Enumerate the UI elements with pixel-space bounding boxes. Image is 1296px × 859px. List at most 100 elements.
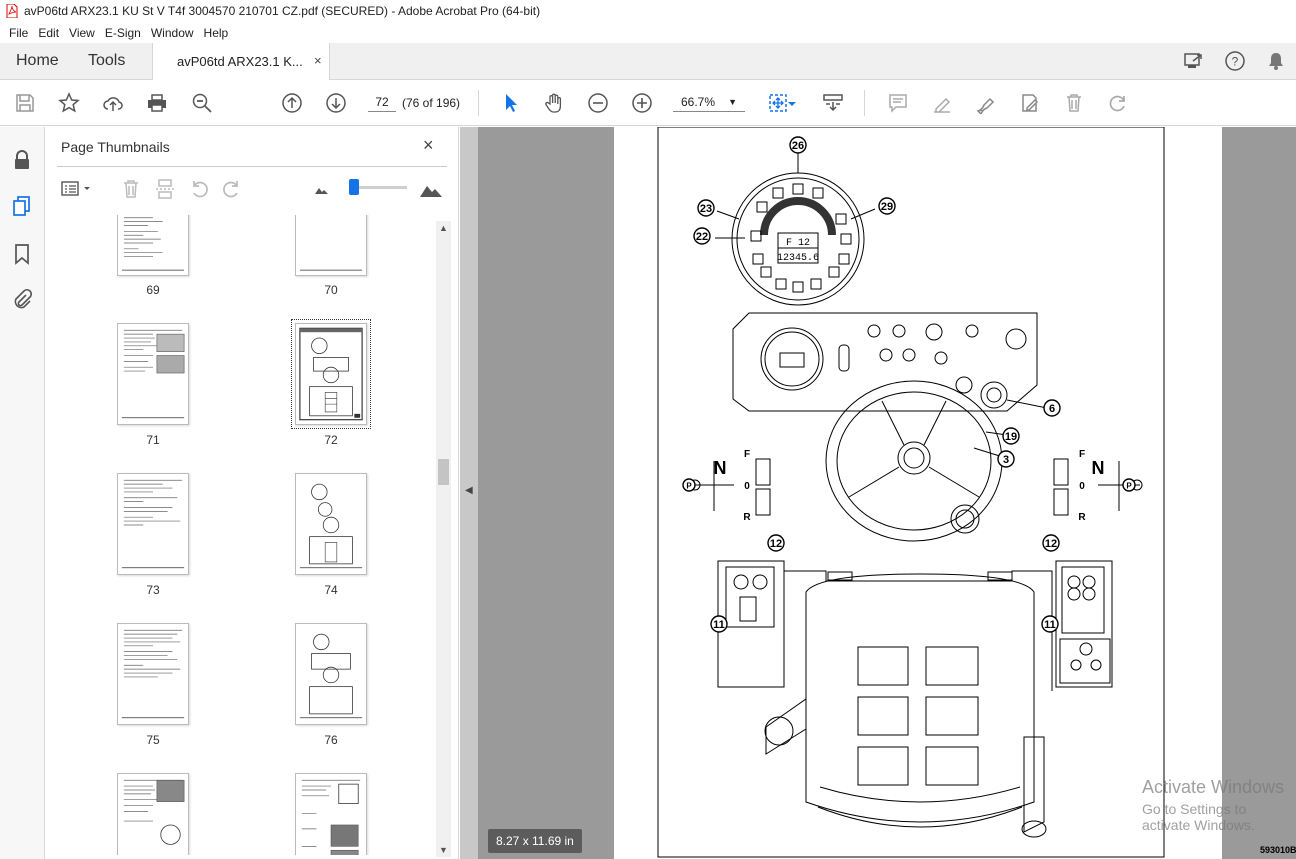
zoom-level-value: 66.7% (681, 95, 716, 109)
page-thumbnails-icon[interactable] (11, 195, 33, 217)
draw-pen-icon[interactable] (974, 91, 998, 115)
thumbnail-label: 72 (324, 433, 338, 447)
zoom-level-select[interactable]: 66.7% ▼ (673, 92, 745, 112)
thumbnail-small-icon[interactable] (314, 177, 330, 201)
thumbnail-size-slider[interactable] (351, 186, 407, 189)
page-number-input[interactable]: 72 (368, 92, 396, 112)
collapse-arrow-icon: ◀ (465, 485, 473, 496)
gear-f-left: F (744, 449, 750, 460)
thumbnail-label: 69 (146, 283, 160, 297)
gear-0-right: 0 (1079, 481, 1085, 492)
scroll-mode-icon[interactable] (821, 91, 845, 115)
select-cursor-icon[interactable] (499, 91, 523, 115)
tab-close-icon[interactable]: × (314, 53, 322, 68)
chevron-down-icon: ▼ (728, 97, 737, 107)
callout-12-right: 12 (1045, 538, 1057, 550)
bookmark-icon[interactable] (11, 243, 33, 265)
slider-handle[interactable] (349, 179, 359, 195)
fit-chevron-down-icon[interactable] (786, 91, 798, 115)
tab-document-label: avP06td ARX23.1 K... (177, 54, 303, 69)
activate-windows-title: Activate Windows (1142, 777, 1285, 797)
tab-tools[interactable]: Tools (88, 52, 125, 70)
gear-r-left: R (743, 512, 751, 523)
operator-controls-diagram: 26 23 29 22 6 19 3 12 11 12 11 F 0 R F 0… (657, 127, 1165, 858)
callout-12-left: 12 (770, 538, 782, 550)
title-bar: avP06td ARX23.1 KU St V T4f 3004570 2107… (0, 0, 1296, 22)
panel-close-icon[interactable]: × (423, 135, 434, 156)
menu-window[interactable]: Window (146, 26, 199, 40)
previous-page-icon[interactable] (280, 91, 304, 115)
comment-icon[interactable] (886, 91, 910, 115)
zoom-search-icon[interactable] (190, 91, 214, 115)
thumbnail-list: 69 70 71 72 73 74 75 76 (57, 215, 449, 855)
thumbnail-page-73[interactable] (117, 473, 189, 575)
tab-home[interactable]: Home (16, 52, 59, 70)
menu-edit[interactable]: Edit (33, 26, 64, 40)
scroll-down-icon[interactable]: ▼ (439, 845, 448, 855)
thumbnail-page-72[interactable] (291, 319, 371, 429)
thumbnail-scrollbar[interactable]: ▲ ▼ (436, 221, 451, 857)
scroll-up-icon[interactable]: ▲ (439, 223, 448, 233)
neutral-label-left: N (714, 458, 727, 478)
activate-windows-hint: Go to Settings to activate Windows. (1142, 801, 1255, 833)
thumbnail-page-69[interactable] (117, 215, 189, 276)
panel-title: Page Thumbnails (61, 139, 170, 155)
thumbnail-label: 75 (146, 733, 160, 747)
share-screen-icon[interactable] (1173, 49, 1214, 73)
zoom-in-icon[interactable] (630, 91, 654, 115)
callout-22: 22 (696, 231, 708, 243)
bell-icon[interactable] (1255, 49, 1296, 73)
pdf-page: 26 23 29 22 6 19 3 12 11 12 11 F 0 R F 0… (614, 127, 1296, 859)
delete-page-icon[interactable] (120, 177, 142, 201)
document-viewer[interactable]: 26 23 29 22 6 19 3 12 11 12 11 F 0 R F 0… (478, 127, 1296, 859)
menu-view[interactable]: View (64, 26, 100, 40)
neutral-label-right: N (1092, 458, 1105, 478)
next-page-icon[interactable] (324, 91, 348, 115)
print-icon[interactable] (145, 91, 169, 115)
extract-page-icon[interactable] (154, 177, 176, 201)
delete-icon[interactable] (1062, 91, 1086, 115)
hand-tool-icon[interactable] (542, 91, 566, 115)
menu-help[interactable]: Help (199, 26, 234, 40)
thumbnail-page-76[interactable] (295, 623, 367, 725)
thumbnail-page-70[interactable] (295, 215, 367, 276)
thumbnail-page-75[interactable] (117, 623, 189, 725)
svg-text:?: ? (1231, 55, 1238, 69)
save-icon[interactable] (13, 91, 37, 115)
rotate-left-icon[interactable] (188, 177, 210, 201)
callout-19: 19 (1005, 431, 1017, 443)
lock-icon[interactable] (11, 149, 33, 171)
thumbnail-page-77[interactable] (117, 773, 189, 855)
callout-29: 29 (881, 201, 893, 213)
callout-23: 23 (700, 203, 712, 215)
scrollbar-thumb[interactable] (438, 459, 449, 485)
gear-r-right: R (1078, 512, 1086, 523)
redo-icon[interactable] (1106, 91, 1130, 115)
thumbnail-page-78[interactable] (295, 773, 367, 855)
callout-11-left: 11 (713, 619, 725, 631)
gear-f-right: F (1079, 449, 1085, 460)
help-icon[interactable]: ? (1214, 49, 1255, 73)
edit-document-icon[interactable] (1018, 91, 1042, 115)
menu-file[interactable]: File (4, 26, 33, 40)
gear-0-left: 0 (744, 481, 750, 492)
thumbnail-label: 70 (324, 283, 338, 297)
rotate-right-icon[interactable] (221, 177, 243, 201)
thumbnail-label: 74 (324, 583, 338, 597)
menu-esign[interactable]: E-Sign (100, 26, 146, 40)
callout-26: 26 (792, 140, 804, 152)
park-left: P (686, 482, 692, 491)
thumbnail-page-74[interactable] (295, 473, 367, 575)
collapse-panel-handle[interactable]: ◀ (460, 127, 478, 859)
page-size-chip: 8.27 x 11.69 in (488, 829, 582, 853)
upload-icon[interactable] (101, 91, 125, 115)
highlight-pen-icon[interactable] (930, 91, 954, 115)
zoom-out-icon[interactable] (586, 91, 610, 115)
thumbnail-options-icon[interactable] (61, 177, 93, 201)
thumbnail-large-icon[interactable] (419, 177, 443, 201)
attachment-icon[interactable] (11, 288, 33, 310)
thumbnails-panel: Page Thumbnails × 69 70 71 72 73 74 75 7… (45, 127, 459, 859)
star-icon[interactable] (57, 91, 81, 115)
thumbnail-page-71[interactable] (117, 323, 189, 425)
tab-document[interactable]: avP06td ARX23.1 K... × (152, 43, 330, 80)
